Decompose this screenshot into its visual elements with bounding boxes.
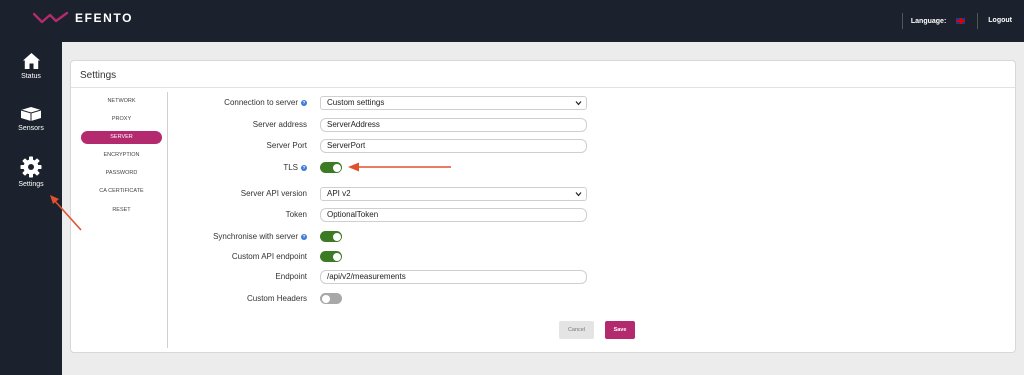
server-address-input[interactable]: ServerAddress: [320, 118, 587, 132]
chevron-down-icon: [575, 101, 582, 106]
home-icon: [22, 53, 40, 69]
info-icon[interactable]: ?: [301, 100, 307, 106]
cancel-button[interactable]: Cancel: [559, 321, 594, 339]
language-selector[interactable]: Language:: [901, 13, 977, 29]
tls-label: TLS?: [283, 163, 307, 172]
toggle-knob: [332, 163, 341, 172]
settings-nav-server[interactable]: SERVER: [81, 131, 162, 144]
sync-label: Synchronise with server?: [213, 232, 307, 241]
connection-select[interactable]: Custom settings: [320, 96, 587, 110]
server-address-label: Server address: [252, 120, 307, 129]
sidebar: Status Sensors Settings: [0, 42, 62, 375]
token-input[interactable]: OptionalToken: [320, 208, 587, 222]
settings-nav-ca-certificate[interactable]: CA CERTIFICATE: [81, 185, 162, 198]
info-icon[interactable]: ?: [301, 165, 307, 171]
toggle-knob: [332, 232, 341, 241]
gear-icon: [20, 156, 42, 178]
token-label: Token: [285, 210, 307, 219]
endpoint-label: Endpoint: [275, 272, 307, 281]
server-port-label: Server Port: [266, 141, 307, 150]
server-port-input[interactable]: ServerPort: [320, 139, 587, 153]
custom-endpoint-label: Custom API endpoint: [231, 252, 307, 261]
settings-nav-password[interactable]: PASSWORD: [81, 167, 162, 180]
api-version-select[interactable]: API v2: [320, 187, 587, 201]
page-title: Settings: [80, 70, 117, 81]
sync-toggle[interactable]: [320, 231, 342, 242]
chevron-down-icon: [575, 192, 582, 197]
sidebar-item-status[interactable]: Status: [0, 52, 62, 80]
sidebar-item-sensors[interactable]: Sensors: [0, 106, 62, 132]
tls-toggle[interactable]: [320, 162, 342, 173]
custom-headers-toggle[interactable]: [320, 293, 342, 304]
top-bar: EFENTO Language: Logout: [0, 0, 1024, 42]
efento-logo-icon: [33, 11, 69, 24]
api-version-label: Server API version: [240, 189, 307, 198]
toggle-knob: [321, 294, 330, 303]
nav-divider: [167, 92, 168, 348]
sensor-icon: [20, 107, 42, 121]
divider: [71, 87, 1015, 88]
connection-label: Connection to server?: [224, 98, 307, 107]
endpoint-input[interactable]: /api/v2/measurements: [320, 270, 587, 284]
settings-card: Settings NETWORK PROXY SERVER ENCRYPTION…: [70, 60, 1016, 353]
sidebar-item-label: Settings: [18, 181, 44, 188]
app-logo[interactable]: EFENTO: [33, 11, 133, 25]
custom-headers-label: Custom Headers: [246, 294, 307, 303]
info-icon[interactable]: ?: [301, 234, 307, 240]
language-label: Language:: [910, 17, 947, 25]
settings-nav-reset[interactable]: RESET: [81, 204, 162, 217]
uk-flag-icon: [956, 18, 966, 24]
custom-endpoint-toggle[interactable]: [320, 251, 342, 262]
toggle-knob: [332, 252, 341, 261]
logout-button[interactable]: Logout: [977, 13, 1024, 29]
sidebar-item-label: Status: [21, 73, 41, 80]
save-button[interactable]: Save: [605, 321, 635, 339]
sidebar-item-label: Sensors: [18, 125, 44, 132]
settings-nav-proxy[interactable]: PROXY: [81, 113, 162, 126]
settings-nav-encryption[interactable]: ENCRYPTION: [81, 149, 162, 162]
sidebar-item-settings[interactable]: Settings: [0, 156, 62, 188]
settings-nav-network[interactable]: NETWORK: [81, 95, 162, 108]
app-name: EFENTO: [75, 11, 134, 25]
